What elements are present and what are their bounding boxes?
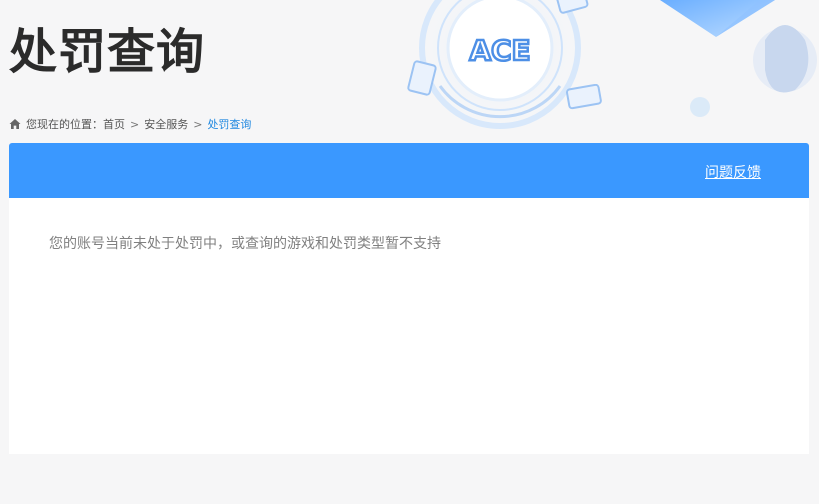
result-panel-header: 问题反馈 <box>9 143 809 198</box>
game-badge-left <box>407 60 437 96</box>
breadcrumb-separator: > <box>193 117 203 131</box>
game-badge-right <box>565 84 602 110</box>
game-badge-top <box>556 0 589 14</box>
ace-logo-text: ACE <box>469 34 530 67</box>
breadcrumb-current: 处罚查询 <box>207 118 252 131</box>
breadcrumb-security-link[interactable]: 安全服务 <box>144 116 188 132</box>
breadcrumb-prefix: 您现在的位置： <box>26 118 103 131</box>
result-message: 您的账号当前未处于处罚中，或查询的游戏和处罚类型暂不支持 <box>49 236 441 252</box>
result-panel-body: 您的账号当前未处于处罚中，或查询的游戏和处罚类型暂不支持 <box>9 198 809 454</box>
breadcrumb-separator: > <box>130 117 140 131</box>
breadcrumb-home-link[interactable]: 首页 <box>103 116 125 132</box>
breadcrumb: 您现在的位置： 首页 > 安全服务 > 处罚查询 <box>9 116 251 132</box>
ace-logo: ACE <box>460 30 540 70</box>
home-icon <box>9 118 21 130</box>
page-title: 处罚查询 <box>9 24 206 80</box>
feedback-link[interactable]: 问题反馈 <box>705 162 761 182</box>
